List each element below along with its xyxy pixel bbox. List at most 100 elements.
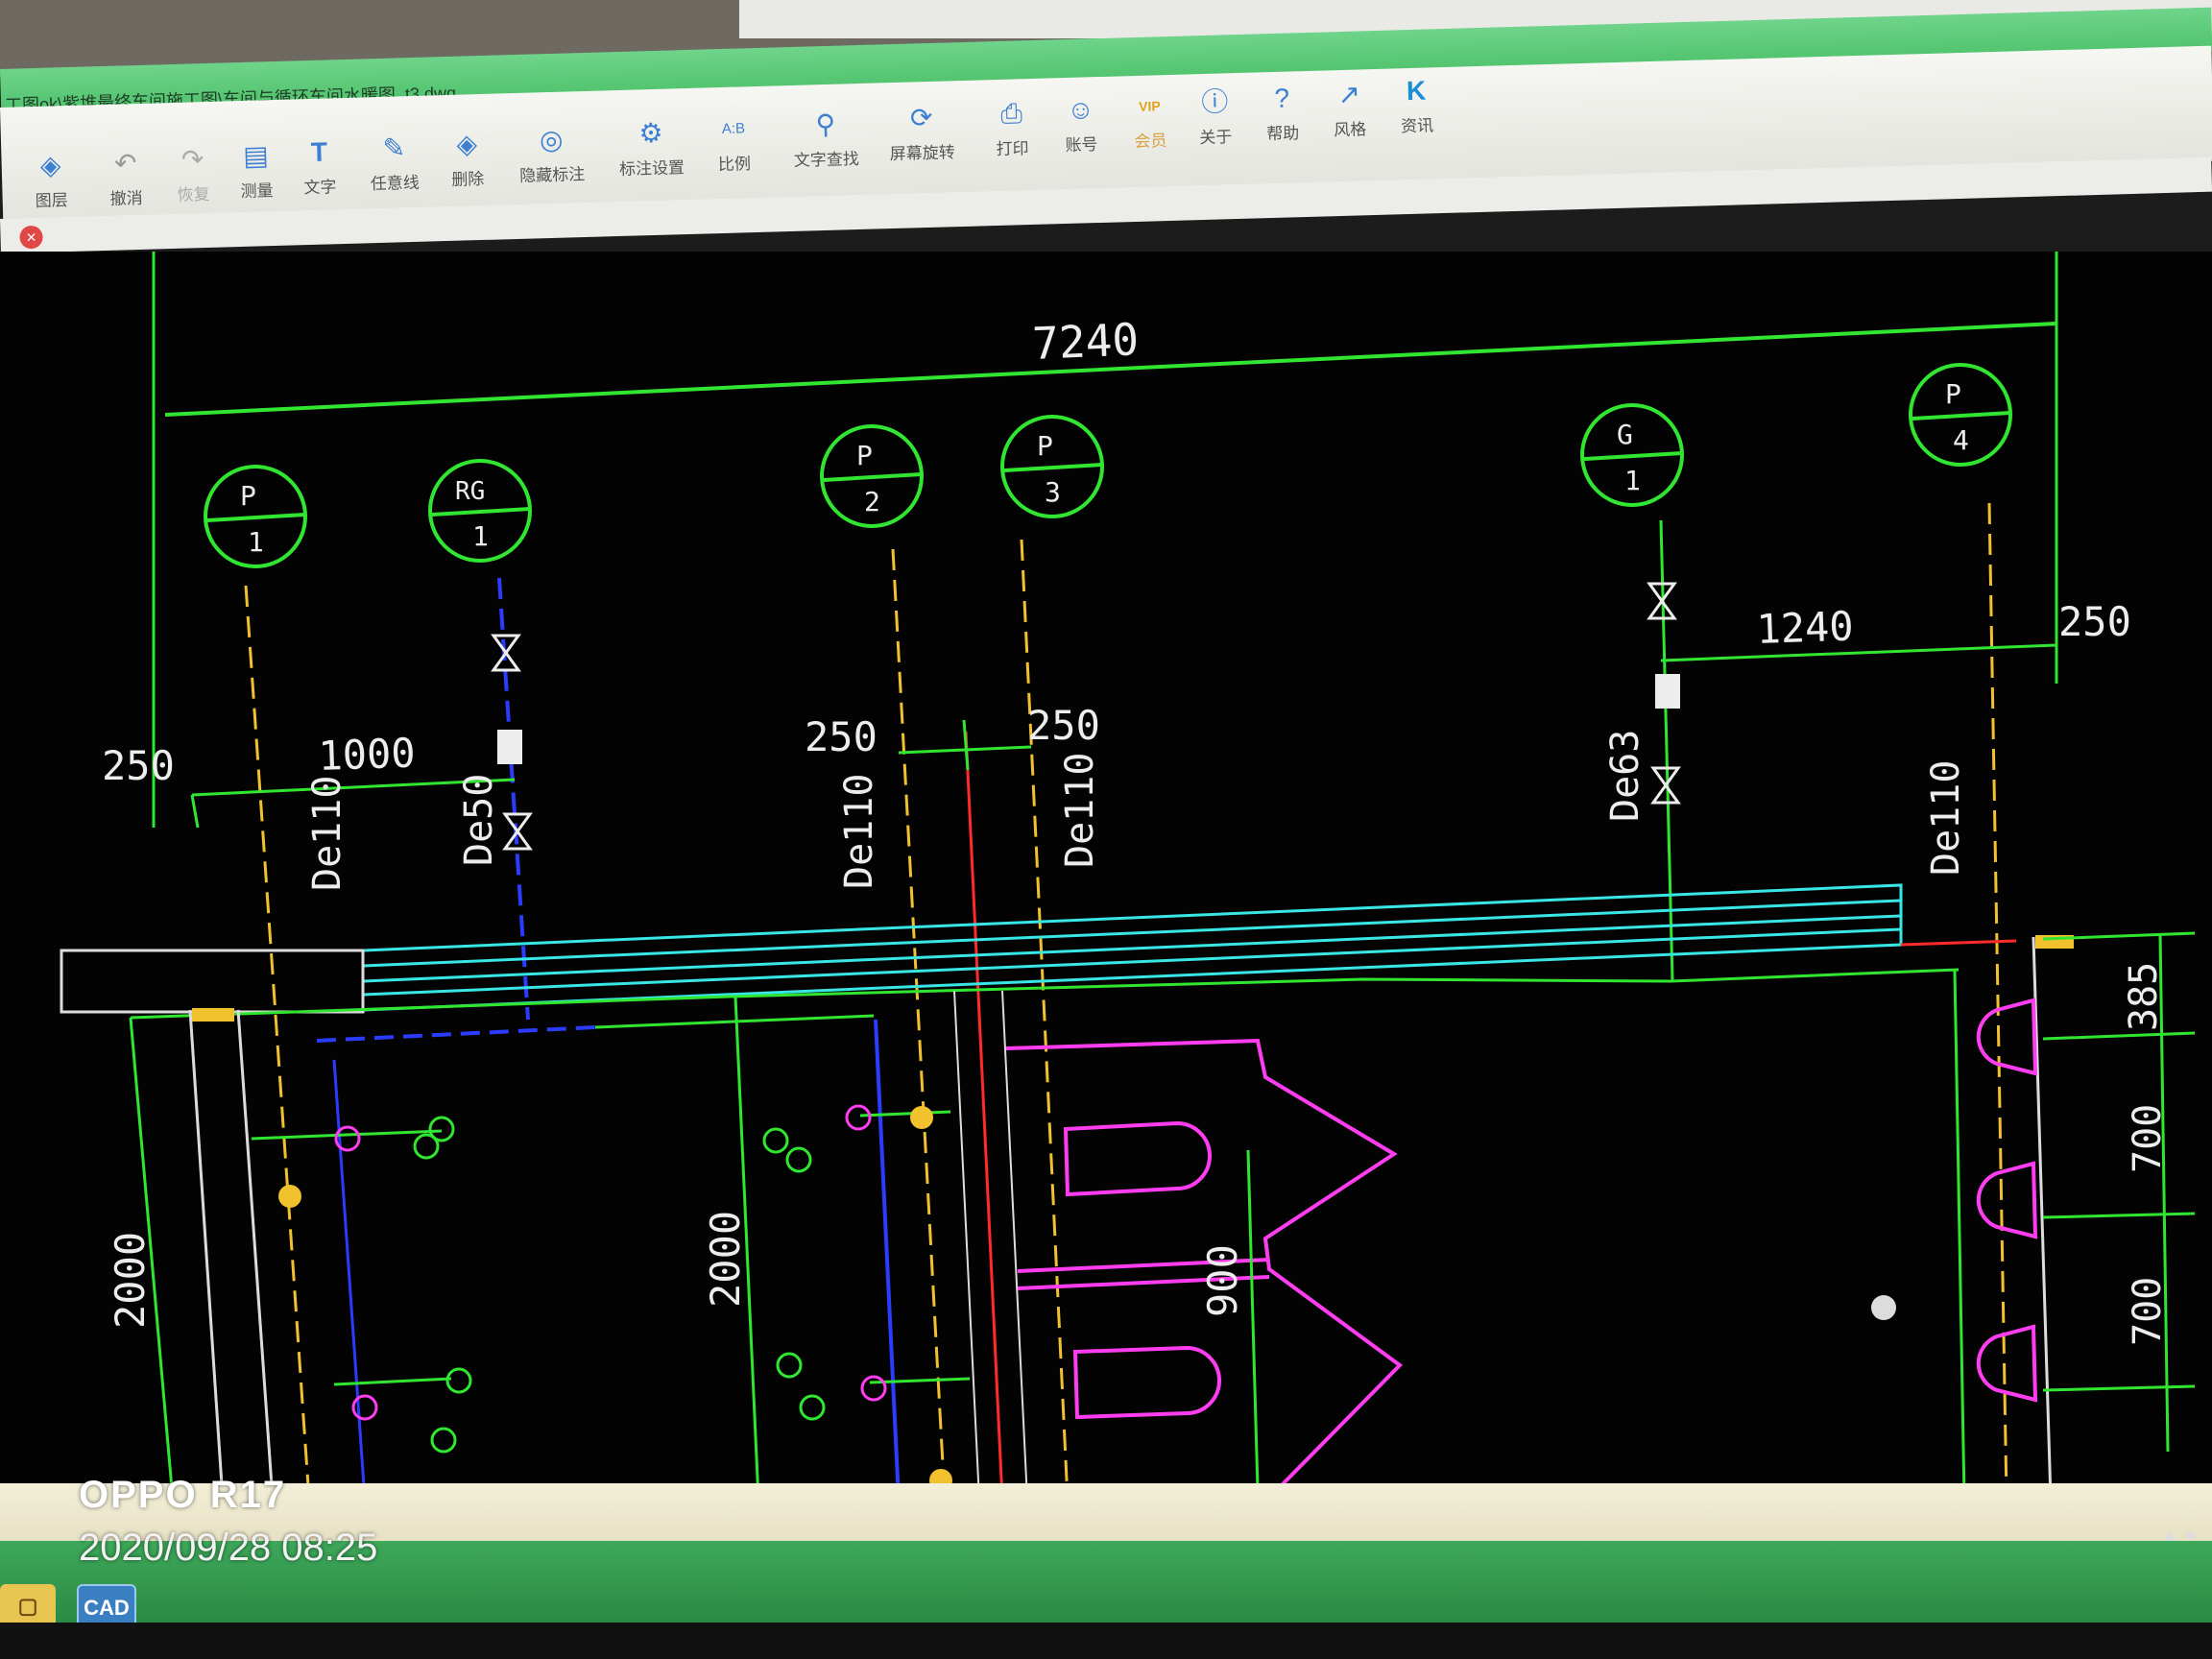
- urinal-1: [1063, 1120, 1212, 1197]
- taskbar-cad-label: CAD: [84, 1596, 130, 1620]
- pipe-p2: [891, 548, 947, 1500]
- dim-text-mid-right: 250: [1027, 702, 1100, 749]
- marker-bottom: 2: [864, 486, 880, 517]
- washbasins-right: [1976, 998, 2038, 1403]
- marker-top: G: [1617, 419, 1633, 450]
- marker-bottom: 1: [472, 520, 489, 552]
- wall-left: [60, 949, 365, 1014]
- marker-g1: G 1: [1580, 403, 1684, 507]
- marker-bottom: 1: [248, 526, 264, 558]
- pipe-label-p2: De110: [837, 774, 881, 889]
- toolbar-account-button[interactable]: ☺ 账号: [1043, 84, 1119, 156]
- toolbar-rotate-screen-button[interactable]: ⟳ 屏幕旋转: [883, 92, 960, 164]
- dim-ladder-right: [2042, 931, 2196, 1453]
- system-tray[interactable]: ▲ ●: [2161, 1525, 2197, 1547]
- toolbar-label: 会员: [1134, 132, 1167, 152]
- toolbar-delete-button[interactable]: ◈ 删除: [429, 118, 506, 190]
- toolbar-label: 撤消: [109, 188, 143, 208]
- marker-top: P: [856, 440, 873, 471]
- toolbar-text-search-button[interactable]: ⚲ 文字查找: [787, 99, 864, 171]
- dim-text-900: 900: [1199, 1244, 1246, 1317]
- camera-timestamp: 2020/09/28 08:25: [79, 1527, 378, 1569]
- toolbar-label: 比例: [717, 155, 752, 175]
- text-icon: T: [310, 136, 328, 167]
- toolbar-about-button[interactable]: ⓘ 关于: [1177, 77, 1254, 149]
- fixture-left-2: [351, 1394, 378, 1421]
- eye-icon: ◎: [539, 124, 564, 156]
- dim-text-right-span: 1240: [1756, 602, 1855, 653]
- dim-text-right-offset: 250: [2058, 598, 2131, 645]
- marker-bottom: 1: [1624, 465, 1641, 496]
- pipe-label-p4: De110: [1924, 760, 1968, 876]
- toolbar-label: 图层: [35, 191, 68, 211]
- pipe-label-p3: De110: [1058, 753, 1102, 868]
- toolbar-text-button[interactable]: T 文字: [281, 127, 358, 199]
- toolbar-layers-button[interactable]: ◈ 图层: [12, 139, 89, 211]
- marker-top: P: [240, 480, 256, 512]
- toolbar-freeline-button[interactable]: ✎ 任意线: [356, 122, 433, 194]
- rotate-screen-icon: ⟳: [909, 102, 933, 133]
- toolbar-label: 帮助: [1266, 124, 1300, 144]
- marker-top: P: [1037, 430, 1053, 462]
- toolbar-undo-button[interactable]: ↶ 撤消: [87, 137, 164, 209]
- meter-rg1: [497, 730, 522, 764]
- toolbar-help-button[interactable]: ? 帮助: [1244, 73, 1321, 145]
- toolbar-print-button[interactable]: ⎙ 打印: [974, 88, 1050, 160]
- drain-left: [278, 1185, 301, 1208]
- toolbar-label: 隐藏标注: [518, 165, 586, 185]
- toolbar-label: 文字: [303, 178, 337, 198]
- layers-icon: ◈: [39, 150, 61, 180]
- pipe-p3: [1020, 539, 1070, 1500]
- measure-icon: ▤: [242, 140, 270, 171]
- toolbar-label: 账号: [1065, 135, 1098, 156]
- monitor-bezel: [0, 1623, 2212, 1659]
- toolbar-label: 关于: [1199, 128, 1233, 148]
- pipe-p1: [244, 585, 311, 1500]
- urinal-2: [1072, 1345, 1221, 1420]
- drain-right: [1871, 1295, 1896, 1320]
- undo-icon: ↶: [113, 148, 137, 179]
- pipe-label-rg1: De50: [457, 774, 501, 866]
- toolbar-news-button[interactable]: K 资讯: [1378, 65, 1455, 137]
- wall-right-green: [1953, 969, 1966, 1500]
- wall-mid: [953, 990, 980, 1500]
- marker-bottom: 4: [1953, 424, 1969, 456]
- info-icon: ⓘ: [1200, 86, 1229, 118]
- toolbar-label: 标注设置: [618, 158, 685, 180]
- dim-tick: [190, 794, 200, 829]
- fixture-mid-2: [860, 1375, 887, 1402]
- pipe-label-g1: De63: [1603, 730, 1647, 822]
- dim-text-700b: 700: [2126, 1277, 2170, 1346]
- toolbar-annotation-settings-button[interactable]: ⚙ 标注设置: [613, 108, 689, 180]
- cold-branch: [594, 1014, 875, 1029]
- text-search-icon: ⚲: [815, 108, 836, 140]
- cad-canvas[interactable]: 7240 P 1 RG 1 P 2 P 3 G 1 P 4 250 1000 2…: [0, 252, 2212, 1500]
- dim-text-mid-left: 250: [805, 713, 878, 760]
- wall-mid: [1001, 990, 1028, 1500]
- dim-line-right: [1660, 643, 2057, 662]
- hot-branch: [316, 1025, 596, 1043]
- valve-rg1: [491, 634, 521, 672]
- dim-tick: [962, 719, 970, 771]
- vip-icon: VIP: [1138, 98, 1161, 114]
- toolbar-style-button[interactable]: ↗ 风格: [1310, 69, 1387, 141]
- toolbar-hide-annotation-button[interactable]: ◎ 隐藏标注: [513, 114, 589, 186]
- toolbar-label: 任意线: [370, 173, 421, 194]
- marker-p3: P 3: [1000, 415, 1104, 518]
- toolbar-label: 文字查找: [793, 150, 860, 170]
- news-icon: K: [1406, 75, 1427, 107]
- valve-g1-lower: [1650, 766, 1681, 805]
- toolbar-scale-button[interactable]: A:B 比例: [695, 104, 772, 176]
- scale-icon: A:B: [721, 120, 746, 138]
- marker-p2: P 2: [820, 424, 924, 528]
- marker-top: P: [1945, 378, 1961, 410]
- eraser-icon: ◈: [456, 129, 478, 159]
- marker-top: RG: [455, 477, 485, 506]
- close-tab-icon[interactable]: ×: [19, 225, 43, 250]
- meter-g1: [1655, 674, 1680, 709]
- drain-mid-1: [910, 1106, 933, 1129]
- fixture-group-mid: [762, 1110, 971, 1421]
- pipe-blue-mid: [874, 1019, 901, 1500]
- toolbar-label: 资讯: [1400, 116, 1434, 136]
- style-icon: ↗: [1337, 79, 1361, 110]
